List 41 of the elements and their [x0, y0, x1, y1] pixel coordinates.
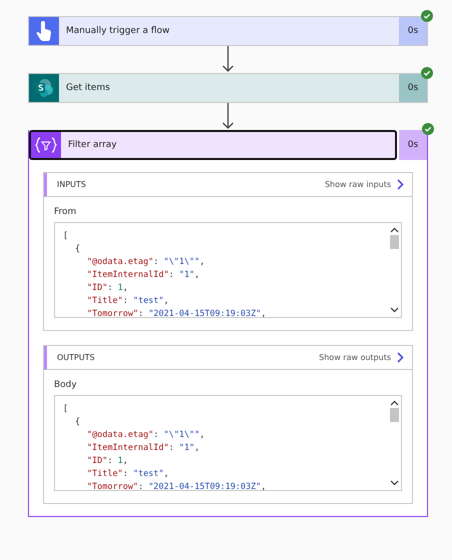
- scroll-up-icon[interactable]: [390, 400, 398, 406]
- sharepoint-icon: [34, 78, 54, 98]
- chevron-right-icon[interactable]: [397, 179, 404, 190]
- step-title: Filter array: [67, 140, 118, 150]
- step-title: Manually trigger a flow: [65, 26, 171, 36]
- show-raw-link[interactable]: Show raw inputs: [324, 180, 391, 189]
- step-card[interactable]: Manually trigger a flow 0s: [28, 16, 428, 46]
- code-line: "Title": "test",: [87, 469, 169, 479]
- section-label: INPUTS: [57, 180, 87, 189]
- code-line: "ID": 1,: [87, 283, 128, 293]
- code-line: [: [63, 231, 68, 241]
- code-line: [: [63, 404, 68, 414]
- scroll-down-icon[interactable]: [390, 480, 398, 486]
- chevron-right-icon[interactable]: [397, 352, 404, 363]
- field-label: Body: [54, 380, 78, 390]
- connector-arrow: [222, 103, 234, 130]
- code-line: "Tomorrow": "2021-04-15T09:19:03Z",: [87, 309, 266, 317]
- step-title: Get items: [65, 83, 111, 93]
- filter-braces-icon: [35, 137, 57, 153]
- show-raw-link[interactable]: Show raw outputs: [319, 353, 391, 362]
- touch-icon: [36, 21, 52, 41]
- code-line: {: [75, 417, 80, 427]
- scroll-up-icon[interactable]: [390, 227, 398, 233]
- scrollbar-thumb[interactable]: [390, 235, 398, 249]
- code-line: "ItemInternalId": "1",: [87, 443, 200, 453]
- code-line: {: [75, 244, 80, 254]
- code-line: "Title": "test",: [87, 296, 169, 306]
- scroll-down-icon[interactable]: [390, 307, 398, 313]
- code-line: "@odata.etag": "\"1\"",: [87, 257, 205, 267]
- step-duration: 0s: [399, 74, 427, 102]
- step-card[interactable]: Get items 0s: [28, 73, 428, 103]
- step-duration: 0s: [399, 17, 427, 45]
- field-label: From: [54, 207, 78, 217]
- code-line: "Tomorrow": "2021-04-15T09:19:03Z",: [87, 482, 266, 490]
- code-line: "ItemInternalId": "1",: [87, 270, 200, 280]
- step-duration: 0s: [399, 130, 427, 160]
- scrollbar-thumb[interactable]: [390, 408, 398, 422]
- code-line: "ID": 1,: [87, 456, 128, 466]
- section-label: OUTPUTS: [57, 353, 96, 362]
- code-line: "@odata.etag": "\"1\"",: [87, 430, 205, 440]
- connector-arrow: [222, 46, 234, 73]
